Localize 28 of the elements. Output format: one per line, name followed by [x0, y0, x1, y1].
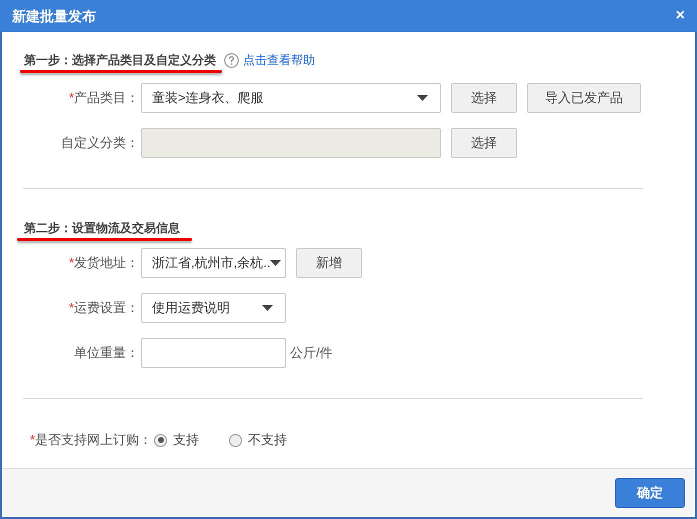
radio-option[interactable]: 不支持: [229, 430, 288, 450]
field-label: *产品类目：: [68, 89, 140, 108]
caret-icon: [262, 305, 273, 311]
radio-option[interactable]: 支持: [154, 430, 200, 450]
field-label: *运费设置：: [68, 299, 140, 318]
section-heading: 第二步：设置物流及交易信息: [24, 220, 180, 235]
close-button[interactable]: ×: [676, 8, 685, 24]
action-button[interactable]: 选择: [451, 128, 517, 158]
caret-icon: [417, 95, 428, 101]
input-field[interactable]: [141, 338, 286, 368]
unit-label: 公斤/件: [290, 344, 333, 362]
action-button[interactable]: 新增: [296, 248, 362, 278]
dropdown-select[interactable]: 使用运费说明: [141, 293, 286, 323]
field-label: *是否支持网上订购：: [30, 431, 152, 450]
field-label: *发货地址：: [68, 254, 140, 272]
action-button[interactable]: 选择: [451, 83, 517, 113]
help-link[interactable]: 点击查看帮助: [243, 51, 315, 69]
section-heading: 第一步：选择产品类目及自定义分类: [24, 52, 216, 69]
field-label: 自定义分类：: [60, 134, 140, 152]
confirm-button[interactable]: 确定: [615, 478, 685, 508]
dropdown-select[interactable]: 童装>连身衣、爬服: [141, 83, 441, 113]
caret-icon: [270, 260, 282, 266]
help-icon: [224, 52, 239, 68]
window-title: 新建批量发布: [12, 6, 96, 26]
action-button[interactable]: 导入已发产品: [527, 83, 641, 113]
input-field[interactable]: [141, 128, 441, 158]
field-label: 单位重量：: [73, 344, 140, 362]
dropdown-select[interactable]: 浙江省,杭州市,余杭..: [141, 248, 286, 278]
